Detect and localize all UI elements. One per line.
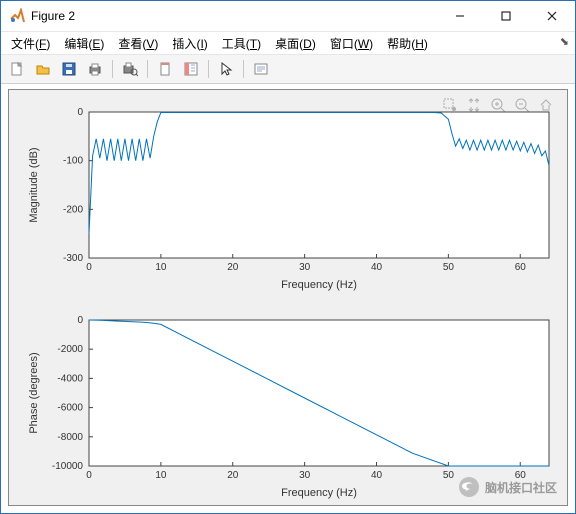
matlab-icon [9, 8, 25, 24]
toolbar-separator [112, 60, 113, 78]
new-figure-button[interactable] [5, 57, 29, 81]
svg-text:Phase (degrees): Phase (degrees) [28, 352, 40, 433]
svg-text:0: 0 [77, 107, 83, 118]
minimize-button[interactable] [437, 1, 483, 31]
print-button[interactable] [83, 57, 107, 81]
toolbar-separator [243, 60, 244, 78]
svg-text:20: 20 [227, 262, 239, 273]
svg-text:0: 0 [86, 262, 92, 273]
menubar: 文件(F) 编辑(E) 查看(V) 插入(I) 工具(T) 桌面(D) 窗口(W… [1, 32, 575, 55]
svg-text:10: 10 [155, 470, 167, 481]
svg-text:40: 40 [371, 262, 383, 273]
menu-file[interactable]: 文件(F) [5, 33, 56, 54]
pointer-button[interactable] [214, 57, 238, 81]
toolbar [1, 55, 575, 84]
svg-text:60: 60 [515, 262, 527, 273]
svg-text:-6000: -6000 [57, 403, 83, 414]
menu-edit[interactable]: 编辑(E) [58, 33, 110, 54]
svg-text:50: 50 [443, 262, 455, 273]
svg-text:-8000: -8000 [57, 432, 83, 443]
svg-text:50: 50 [443, 470, 455, 481]
menu-tools[interactable]: 工具(T) [216, 33, 267, 54]
open-button[interactable] [31, 57, 55, 81]
svg-text:Frequency (Hz): Frequency (Hz) [281, 487, 357, 499]
menu-view[interactable]: 查看(V) [112, 33, 164, 54]
wechat-icon [459, 477, 479, 497]
svg-text:0: 0 [86, 470, 92, 481]
figure-window: Figure 2 文件(F) 编辑(E) 查看(V) 插入(I) 工具(T) 桌… [0, 0, 576, 514]
svg-text:30: 30 [299, 470, 311, 481]
svg-text:-300: -300 [63, 253, 83, 264]
svg-text:-100: -100 [63, 156, 83, 167]
svg-text:-2000: -2000 [57, 344, 83, 355]
figure-canvas[interactable]: 0 10 20 30 40 50 60 -300 -200 -100 0 Frequency (Hz)… [8, 89, 568, 506]
svg-text:0: 0 [77, 315, 83, 326]
menu-desktop[interactable]: 桌面(D) [269, 33, 322, 54]
print-preview-button[interactable] [118, 57, 142, 81]
svg-text:40: 40 [371, 470, 383, 481]
maximize-button[interactable] [483, 1, 529, 31]
link-axes-button[interactable] [153, 57, 177, 81]
insert-annotation-button[interactable] [249, 57, 273, 81]
magnitude-axes[interactable]: 0 10 20 30 40 50 60 -300 -200 -100 0 Frequency (Hz)… [19, 94, 559, 294]
svg-text:Magnitude (dB): Magnitude (dB) [28, 147, 40, 222]
toolbar-separator [147, 60, 148, 78]
svg-text:30: 30 [299, 262, 311, 273]
svg-text:10: 10 [155, 262, 167, 273]
titlebar: Figure 2 [1, 1, 575, 32]
colorbar-button[interactable] [179, 57, 203, 81]
menu-help[interactable]: 帮助(H) [381, 33, 434, 54]
save-button[interactable] [57, 57, 81, 81]
toolbar-separator [208, 60, 209, 78]
watermark: 脑机接口社区 [459, 477, 557, 497]
svg-text:-4000: -4000 [57, 373, 83, 384]
watermark-text: 脑机接口社区 [485, 479, 557, 496]
phase-axes[interactable]: 0102030405060-10000-8000-6000-4000-20000… [19, 302, 559, 502]
svg-text:-200: -200 [63, 204, 83, 215]
menu-window[interactable]: 窗口(W) [324, 33, 379, 54]
svg-text:20: 20 [227, 470, 239, 481]
svg-text:Frequency (Hz): Frequency (Hz) [281, 279, 357, 291]
close-button[interactable] [529, 1, 575, 31]
menu-insert[interactable]: 插入(I) [166, 33, 213, 54]
svg-text:-10000: -10000 [52, 461, 84, 472]
menu-overflow-icon[interactable]: ⬊ [560, 35, 569, 48]
window-title: Figure 2 [31, 9, 75, 23]
